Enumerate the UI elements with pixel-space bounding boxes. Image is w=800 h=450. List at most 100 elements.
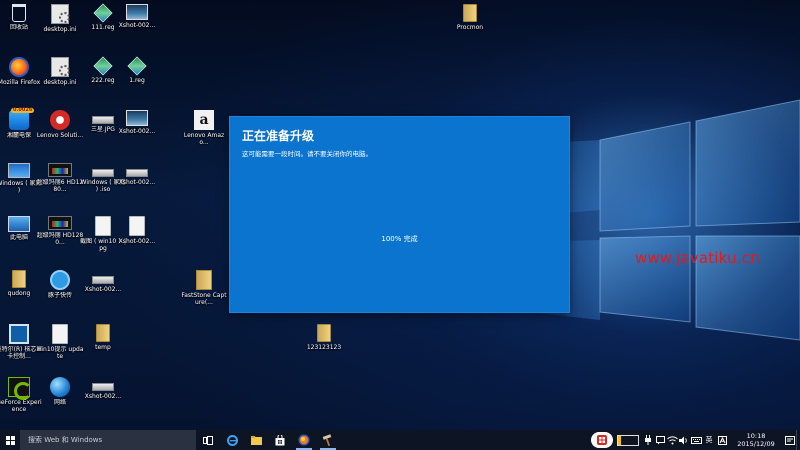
desktop-icon-label: temp (95, 344, 111, 351)
desktop-icon-label: Lenovo Soluti... (36, 132, 84, 139)
dialog-title: 正在准备升级 (242, 129, 315, 143)
folder-icon (463, 4, 477, 22)
dialog-subtitle: 这可能需要一段时间。请不要关闭你的电脑。 (242, 150, 372, 158)
folder-icon (250, 435, 262, 445)
desktop-icon[interactable]: Xshot-002... (112, 2, 162, 52)
network-icon (50, 377, 70, 397)
desktop-icon-label: 超级玛丽6 HD1280... (36, 179, 84, 193)
keyboard-icon[interactable] (690, 430, 702, 450)
lenovo-tray-icon (597, 435, 607, 445)
lenovo-tray-button[interactable] (591, 432, 613, 448)
folder-icon (12, 270, 26, 288)
desktop: 回收站 desktop.ini 111.reg Xshot-002... Procmon… (0, 0, 800, 430)
file-icon (92, 116, 114, 124)
edge-button[interactable] (220, 430, 244, 450)
desktop-icon-label: 网络 (53, 399, 66, 406)
notification-icon[interactable] (654, 430, 666, 450)
desktop-icon[interactable]: Procmon (445, 2, 495, 52)
video-file-icon (48, 163, 72, 177)
desktop-icon-label: Xshot-002... (118, 128, 156, 135)
firefox-button[interactable] (292, 430, 316, 450)
desktop-icon-label: Xshot-002... (118, 22, 156, 29)
desktop-icon-label: Procmon (456, 24, 484, 31)
file-icon (92, 383, 114, 391)
desktop-icon-label: Xshot-002... (84, 286, 122, 293)
amazon-icon: a (194, 110, 214, 130)
image-file-icon (126, 4, 148, 20)
task-view-icon (203, 435, 213, 445)
desktop-icon[interactable]: Xshot-002... (112, 108, 162, 158)
show-desktop-button[interactable] (796, 430, 800, 450)
store-button[interactable] (268, 430, 292, 450)
windows-start-icon (5, 435, 15, 445)
firefox-icon (9, 57, 29, 77)
action-center-icon[interactable] (784, 430, 796, 450)
file-explorer-button[interactable] (244, 430, 268, 450)
desktop-icon[interactable]: FastStone Capture(... (179, 268, 229, 318)
edge-icon (226, 434, 238, 446)
file-icon (92, 276, 114, 284)
desktop-icon[interactable]: 1.reg (112, 55, 162, 105)
upgrade-dialog: 正在准备升级 这可能需要一段时间。请不要关闭你的电脑。 100% 完成 (230, 117, 569, 312)
desktop-icon-label: Lenovo Amazo... (183, 132, 225, 146)
desktop-icon-label: Xshot-002... (118, 179, 156, 186)
folder-icon (96, 324, 110, 342)
clock[interactable]: 10:18 2015/12/09 (728, 432, 784, 448)
watermark: www.javatiku.cn (635, 249, 760, 267)
desktop-icon[interactable]: a Lenovo Amazo... (179, 108, 229, 158)
icon-badge: 0.0026 (11, 107, 35, 113)
volume-icon[interactable] (678, 430, 690, 450)
file-icon (92, 169, 114, 177)
hammer-icon (322, 434, 332, 446)
task-view-button[interactable] (196, 430, 220, 450)
settings-file-icon (51, 57, 70, 77)
image-file-icon (126, 110, 148, 126)
video-file-icon (48, 216, 72, 230)
lenovo-app-icon (50, 110, 70, 130)
desktop-icon[interactable]: Xshot-002... (112, 161, 162, 211)
desktop-icon-label: 超级玛丽 HD1280... (36, 232, 84, 246)
desktop-icon-label: 123123123 (306, 344, 342, 351)
battery-indicator[interactable]: 15% (617, 434, 639, 446)
setup-button[interactable] (316, 430, 340, 450)
desktop-icon[interactable]: Xshot-002... (78, 268, 128, 318)
ime-indicator[interactable]: 英 (702, 435, 716, 445)
settings-file-icon (51, 4, 70, 24)
store-icon (275, 434, 285, 445)
registry-file-icon (93, 56, 113, 76)
folder-icon (317, 324, 331, 342)
firefox-icon (298, 434, 310, 446)
desktop-icon[interactable]: Xshot-002... (78, 375, 128, 425)
clock-date: 2015/12/09 (737, 440, 775, 448)
start-button[interactable] (0, 430, 20, 450)
desktop-icon[interactable]: Xshot-002... (112, 214, 162, 264)
desktop-icon-label: Xshot-002... (118, 238, 156, 245)
nvidia-icon (8, 377, 32, 400)
desktop-icon-label: desktop.ini (43, 79, 77, 86)
document-icon (52, 324, 68, 344)
desktop-icon-label: Xshot-002... (84, 393, 122, 400)
desktop-icon-label: 豚子快传 (47, 292, 72, 299)
this-pc-icon (8, 216, 30, 232)
desktop-icon-label: desktop.ini (43, 26, 77, 33)
recycle-bin-icon (12, 4, 26, 22)
desktop-icon-label: 1.reg (129, 77, 145, 84)
power-plug-icon[interactable] (642, 430, 654, 450)
desktop-icon[interactable]: 123123123 (299, 322, 349, 372)
battery-percent: 15% (621, 437, 635, 443)
capture-app-icon (196, 270, 212, 290)
search-box[interactable]: 搜索 Web 和 Windows (20, 430, 196, 450)
intel-graphics-icon (9, 324, 29, 344)
document-icon (129, 216, 145, 236)
desktop-icon-label: win10提示 update (36, 346, 84, 360)
wifi-icon[interactable] (666, 430, 678, 450)
file-icon (126, 169, 148, 177)
system-tray: 15% 英 10:18 2015/12/09 (591, 430, 800, 450)
registry-file-icon (93, 3, 113, 23)
input-method-icon[interactable] (716, 430, 728, 450)
security-app-icon: 0.0026 (9, 108, 35, 130)
document-icon (95, 216, 111, 236)
registry-file-icon (127, 56, 147, 76)
search-placeholder: 搜索 Web 和 Windows (28, 436, 103, 444)
desktop-icon[interactable]: temp (78, 322, 128, 372)
